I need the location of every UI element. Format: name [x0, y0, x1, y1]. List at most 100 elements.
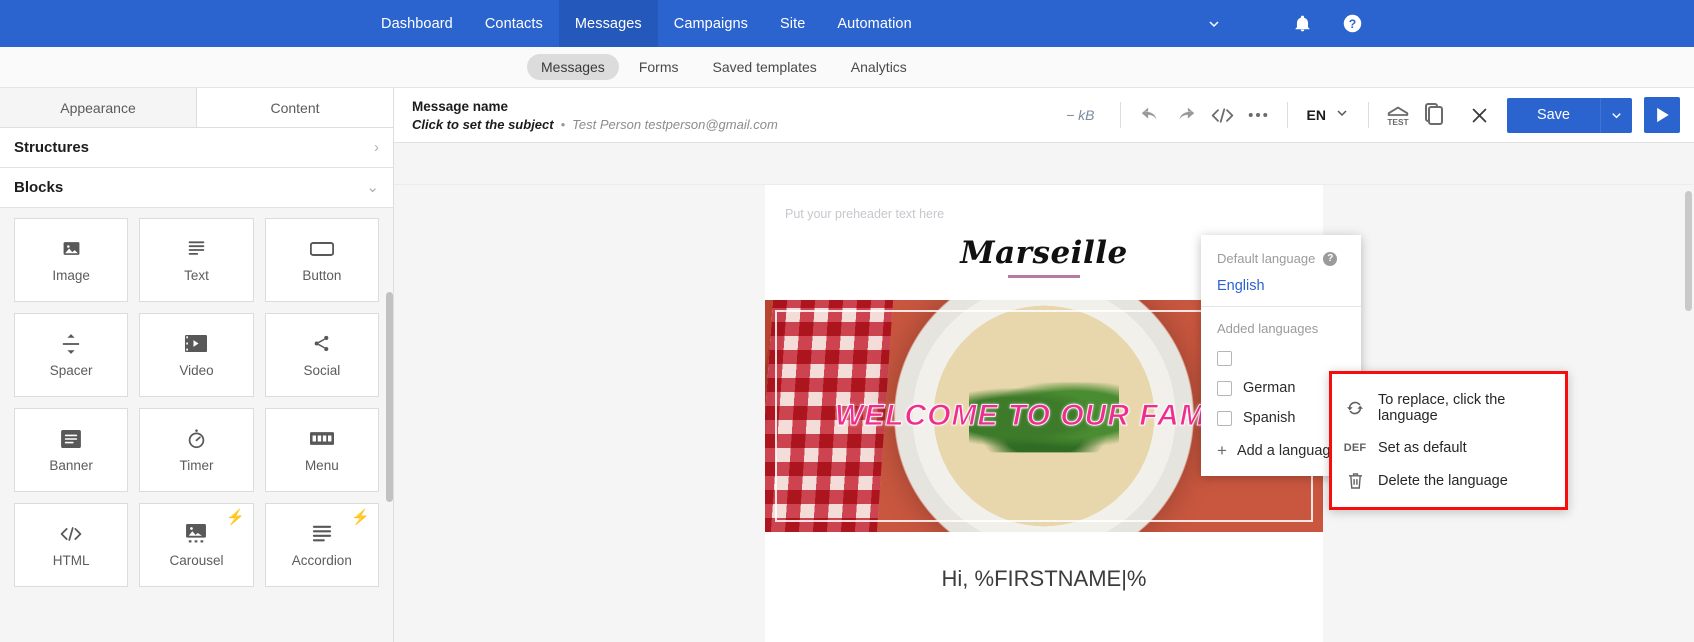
top-navigation-bar: Dashboard Contacts Messages Campaigns Si…	[0, 0, 1694, 47]
nav-item-messages[interactable]: Messages	[558, 0, 658, 47]
block-label: Timer	[179, 457, 214, 473]
banner-icon	[61, 428, 82, 450]
toolbar-actions: − kB EN TEST Save	[1066, 97, 1680, 133]
language-label: Spanish	[1243, 410, 1296, 426]
sender-address[interactable]: Test Person testperson@gmail.com	[572, 117, 778, 132]
tab-content[interactable]: Content	[197, 88, 393, 128]
add-language-label: Add a language	[1236, 442, 1339, 459]
left-panel-scrollbar[interactable]	[386, 292, 393, 502]
nav-item-dashboard[interactable]: Dashboard	[365, 0, 469, 47]
spacer-arrows-icon	[62, 333, 80, 355]
topnav-actions: ?	[1290, 0, 1694, 47]
block-banner[interactable]: Banner	[14, 408, 129, 492]
context-item-delete[interactable]: Delete the language	[1332, 464, 1565, 497]
image-icon	[62, 238, 81, 260]
panel-tabs: Appearance Content	[0, 88, 393, 128]
help-circle-icon[interactable]: ?	[1323, 251, 1338, 266]
canvas-scrollbar[interactable]	[1685, 191, 1692, 311]
message-name[interactable]: Message name	[412, 99, 778, 114]
context-item-replace[interactable]: To replace, click the language	[1332, 384, 1565, 432]
section-blocks[interactable]: Blocks ⌄	[0, 168, 393, 208]
block-social[interactable]: Social	[264, 313, 379, 397]
svg-text:TEST: TEST	[1387, 117, 1408, 127]
dropdown-divider	[1201, 306, 1361, 307]
carousel-icon	[186, 523, 207, 545]
undo-arrow-icon[interactable]	[1133, 98, 1167, 132]
code-brackets-icon[interactable]	[1205, 98, 1239, 132]
block-timer[interactable]: Timer	[139, 408, 254, 492]
close-x-icon[interactable]	[1461, 98, 1499, 132]
nav-item-automation[interactable]: Automation	[821, 0, 927, 47]
message-subject-row: Click to set the subject • Test Person t…	[412, 117, 778, 132]
bell-icon[interactable]	[1290, 12, 1314, 36]
play-triangle-icon[interactable]	[1644, 97, 1680, 133]
block-menu[interactable]: Menu	[264, 408, 379, 492]
block-label: Button	[302, 267, 342, 283]
language-context-menu: To replace, click the language DEF Set a…	[1329, 371, 1568, 510]
save-button[interactable]: Save	[1506, 97, 1600, 133]
block-accordion[interactable]: ⚡ Accordion	[264, 503, 379, 587]
redo-arrow-icon[interactable]	[1169, 98, 1203, 132]
block-button[interactable]: Button	[264, 218, 379, 302]
chevron-down-icon[interactable]	[1202, 12, 1226, 36]
refresh-icon	[1344, 400, 1366, 416]
toolbar-divider	[1287, 102, 1289, 128]
menu-strip-icon	[309, 428, 334, 450]
duplicate-icon[interactable]	[1417, 98, 1451, 132]
trash-icon	[1344, 472, 1366, 489]
share-icon	[312, 333, 331, 355]
blocks-grid: Image Text Button Spacer Video Social Ba…	[14, 218, 379, 587]
subnav-item-saved-templates[interactable]: Saved templates	[698, 54, 830, 80]
code-icon	[59, 523, 83, 545]
default-language-value[interactable]: English	[1201, 274, 1361, 306]
greeting-text[interactable]: Hi, %FIRSTNAME|%	[765, 532, 1323, 592]
language-row-blank[interactable]	[1201, 344, 1361, 373]
context-item-label: Set as default	[1378, 440, 1467, 456]
save-options-caret[interactable]	[1600, 97, 1632, 133]
test-send-icon[interactable]: TEST	[1381, 98, 1415, 132]
preheader-text[interactable]: Put your preheader text here	[765, 185, 1323, 221]
block-carousel[interactable]: ⚡ Carousel	[139, 503, 254, 587]
checkbox[interactable]	[1217, 380, 1232, 396]
help-circle-icon[interactable]: ?	[1340, 12, 1364, 36]
lightning-bolt-icon: ⚡	[225, 509, 245, 526]
separator-dot: •	[560, 116, 566, 132]
default-language-header: Default language ?	[1201, 247, 1361, 274]
block-image[interactable]: Image	[14, 218, 129, 302]
block-label: Text	[184, 267, 209, 283]
blocks-scroll-area: Image Text Button Spacer Video Social Ba…	[0, 208, 393, 642]
nav-item-contacts[interactable]: Contacts	[469, 0, 559, 47]
topnav-left-spacer	[0, 0, 365, 47]
language-code-label: EN	[1306, 107, 1326, 123]
video-play-icon	[185, 333, 208, 355]
checkbox[interactable]	[1217, 351, 1232, 366]
block-label: Menu	[304, 457, 339, 473]
subnav-item-analytics[interactable]: Analytics	[837, 54, 921, 80]
block-html[interactable]: HTML	[14, 503, 129, 587]
subnav-item-messages[interactable]: Messages	[527, 54, 619, 80]
nav-item-campaigns[interactable]: Campaigns	[658, 0, 764, 47]
block-spacer[interactable]: Spacer	[14, 313, 129, 397]
checkbox[interactable]	[1217, 410, 1232, 426]
set-default-icon: DEF	[1343, 442, 1367, 454]
message-size-label: − kB	[1066, 107, 1095, 123]
subject-placeholder[interactable]: Click to set the subject	[412, 117, 554, 132]
tab-appearance[interactable]: Appearance	[0, 88, 197, 128]
language-selector[interactable]: EN	[1300, 98, 1355, 132]
block-video[interactable]: Video	[139, 313, 254, 397]
left-editor-panel: Appearance Content Structures › Blocks ⌄…	[0, 88, 394, 642]
accordion-icon	[312, 523, 332, 545]
subnav-item-forms[interactable]: Forms	[625, 54, 693, 80]
section-structures[interactable]: Structures ›	[0, 128, 393, 168]
more-horizontal-icon[interactable]	[1241, 98, 1275, 132]
block-label: Social	[303, 362, 341, 378]
context-item-label: Delete the language	[1378, 472, 1508, 489]
save-button-group: Save	[1506, 97, 1632, 133]
lightning-bolt-icon: ⚡	[351, 509, 370, 526]
block-label: HTML	[52, 552, 90, 568]
nav-item-site[interactable]: Site	[764, 0, 821, 47]
context-item-set-default[interactable]: DEF Set as default	[1332, 432, 1565, 464]
block-text[interactable]: Text	[139, 218, 254, 302]
added-languages-header: Added languages	[1201, 317, 1361, 344]
workspace: Appearance Content Structures › Blocks ⌄…	[0, 88, 1694, 642]
